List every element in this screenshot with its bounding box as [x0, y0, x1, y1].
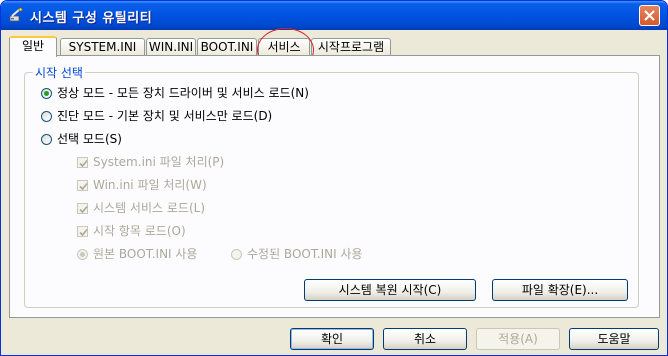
close-button[interactable]: [639, 5, 660, 26]
checkmark-icon: [79, 159, 88, 168]
check-system-ini[interactable]: System.ini 파일 처리(P): [77, 154, 224, 170]
msconfig-app-icon: [9, 7, 23, 22]
tab-win-ini-label: WIN.INI: [148, 40, 194, 54]
help-label: 도움말: [597, 332, 631, 346]
checkmark-icon: [79, 205, 88, 214]
radio-original-boot-label: 원본 BOOT.INI 사용: [93, 247, 198, 261]
cancel-button[interactable]: 취소: [383, 328, 467, 350]
radio-modified-boot-label: 수정된 BOOT.INI 사용: [247, 247, 363, 261]
radio-button[interactable]: [41, 111, 52, 122]
radio-modified-boot-ini[interactable]: 수정된 BOOT.INI 사용: [231, 246, 363, 262]
checkbox[interactable]: [77, 180, 88, 191]
close-icon: [644, 10, 655, 21]
ok-label: 확인: [320, 332, 344, 346]
radio-normal-startup[interactable]: 정상 모드 - 모든 장치 드라이버 및 서비스 로드(N): [41, 85, 309, 101]
radio-normal-label: 정상 모드 - 모든 장치 드라이버 및 서비스 로드(N): [57, 86, 309, 100]
radio-diagnostic-label: 진단 모드 - 기본 장치 및 서비스만 로드(D): [57, 109, 273, 123]
check-system-services-label: 시스템 서비스 로드(L): [93, 201, 205, 215]
radio-selective-label: 선택 모드(S): [57, 132, 122, 146]
tab-general[interactable]: 일반: [9, 36, 57, 57]
tab-startup-label: 시작프로그램: [317, 40, 385, 54]
restore-system-button[interactable]: 시스템 복원 시작(C): [304, 279, 476, 301]
cancel-label: 취소: [413, 332, 437, 346]
check-system-ini-label: System.ini 파일 처리(P): [93, 155, 225, 169]
radio-button[interactable]: [231, 249, 242, 260]
tab-boot-ini[interactable]: BOOT.INI: [197, 38, 257, 56]
apply-label: 적용(A): [498, 332, 538, 346]
help-button[interactable]: 도움말: [569, 328, 659, 350]
check-win-ini[interactable]: Win.ini 파일 처리(W): [77, 177, 207, 193]
expand-file-button[interactable]: 파일 확장(E)...: [492, 279, 628, 301]
system-config-window: 시스템 구성 유틸리티 일반 SYSTEM.INI WIN.INI BOOT.I…: [0, 0, 668, 356]
tab-services-label: 서비스: [267, 40, 301, 54]
radio-button[interactable]: [41, 88, 52, 99]
checkbox[interactable]: [77, 226, 88, 237]
checkmark-icon: [79, 228, 88, 237]
checkmark-icon: [79, 182, 88, 191]
tab-win-ini[interactable]: WIN.INI: [146, 38, 196, 56]
checkbox[interactable]: [77, 157, 88, 168]
title-bar[interactable]: 시스템 구성 유틸리티: [1, 1, 667, 30]
radio-original-boot-ini[interactable]: 원본 BOOT.INI 사용: [77, 246, 197, 262]
ok-button[interactable]: 확인: [290, 328, 374, 350]
check-win-ini-label: Win.ini 파일 처리(W): [93, 178, 207, 192]
tab-system-ini-label: SYSTEM.INI: [68, 40, 137, 54]
tab-boot-ini-label: BOOT.INI: [200, 40, 254, 54]
restore-system-label: 시스템 복원 시작(C): [338, 283, 442, 297]
radio-diagnostic-startup[interactable]: 진단 모드 - 기본 장치 및 서비스만 로드(D): [41, 108, 272, 124]
radio-button[interactable]: [41, 134, 52, 145]
check-startup-items-label: 시작 항목 로드(O): [93, 224, 186, 238]
group-legend: 시작 선택: [33, 64, 85, 81]
radio-button[interactable]: [77, 249, 88, 260]
radio-selective-startup[interactable]: 선택 모드(S): [41, 131, 122, 147]
check-system-services[interactable]: 시스템 서비스 로드(L): [77, 200, 205, 216]
tab-general-label: 일반: [21, 39, 45, 53]
expand-file-label: 파일 확장(E)...: [521, 283, 599, 297]
apply-button[interactable]: 적용(A): [476, 328, 560, 350]
check-startup-items[interactable]: 시작 항목 로드(O): [77, 223, 186, 239]
tab-startup[interactable]: 시작프로그램: [311, 38, 391, 56]
tab-services[interactable]: 서비스: [258, 38, 310, 56]
tab-system-ini[interactable]: SYSTEM.INI: [60, 38, 145, 56]
window-title: 시스템 구성 유틸리티: [30, 11, 153, 26]
checkbox[interactable]: [77, 203, 88, 214]
